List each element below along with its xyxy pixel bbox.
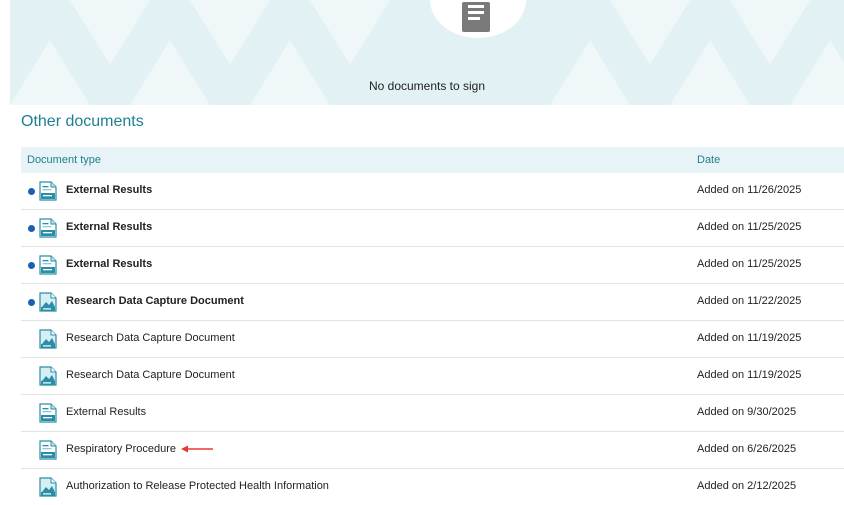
document-name: External Results: [66, 184, 153, 196]
document-name: External Results: [66, 258, 153, 270]
document-name-link[interactable]: External Results: [66, 406, 146, 418]
table-header: Document type Date: [21, 147, 844, 173]
table-row[interactable]: Research Data Capture Document Added on 1…: [21, 358, 844, 395]
document-date: Added on 11/22/2025: [697, 295, 802, 307]
data-capture-document-icon: [39, 329, 57, 349]
document-date: Added on 6/26/2025: [697, 443, 797, 455]
document-name-link[interactable]: External Results: [66, 221, 152, 233]
table-body: External Results Added on 11/26/2025 Exter…: [21, 173, 844, 505]
document-name-link[interactable]: Authorization to Release Protected Healt…: [66, 480, 329, 492]
document-name: External Results: [66, 221, 153, 233]
table-row[interactable]: Respiratory Procedure Added on 6/26/2025: [21, 432, 844, 469]
results-document-icon: [39, 440, 57, 460]
document-name-link[interactable]: Research Data Capture Document: [66, 332, 235, 344]
section-title: Other documents: [21, 113, 144, 130]
results-document-icon: [39, 181, 57, 201]
document-name: Research Data Capture Document: [66, 295, 244, 307]
unread-indicator-icon: [28, 262, 35, 269]
column-header-document-type[interactable]: Document type: [27, 154, 101, 166]
document-date: Added on 11/19/2025: [697, 332, 802, 344]
unread-indicator-icon: [28, 225, 35, 232]
table-row[interactable]: External Results Added on 9/30/2025: [21, 395, 844, 432]
document-date: Added on 2/12/2025: [697, 480, 797, 492]
document-name: Research Data Capture Document: [66, 332, 235, 344]
documents-table: Document type Date External Results Added…: [21, 147, 844, 505]
table-row[interactable]: Research Data Capture Document Added on 1…: [21, 284, 844, 321]
no-documents-message: No documents to sign: [368, 79, 486, 93]
data-capture-document-icon: [39, 292, 57, 312]
results-document-icon: [39, 255, 57, 275]
document-date: Added on 11/25/2025: [697, 221, 802, 233]
document-name-link[interactable]: External Results: [66, 258, 152, 270]
table-row[interactable]: External Results Added on 11/25/2025: [21, 247, 844, 284]
table-row[interactable]: Research Data Capture Document Added on 1…: [21, 321, 844, 358]
data-capture-document-icon: [39, 366, 57, 386]
results-document-icon: [39, 403, 57, 423]
annotation-arrow-icon: [181, 445, 214, 453]
document-name-link[interactable]: External Results: [66, 184, 152, 196]
document-name-link[interactable]: Research Data Capture Document: [66, 369, 235, 381]
document-name-link[interactable]: Respiratory Procedure: [66, 443, 214, 455]
document-name-link[interactable]: Research Data Capture Document: [66, 295, 244, 307]
document-date: Added on 11/19/2025: [697, 369, 802, 381]
document-date: Added on 9/30/2025: [697, 406, 797, 418]
column-header-date[interactable]: Date: [697, 154, 720, 166]
table-row[interactable]: External Results Added on 11/25/2025: [21, 210, 844, 247]
signing-banner: No documents to sign: [10, 0, 844, 105]
unread-indicator-icon: [28, 188, 35, 195]
table-row[interactable]: External Results Added on 11/26/2025: [21, 173, 844, 210]
results-document-icon: [39, 218, 57, 238]
unread-indicator-icon: [28, 299, 35, 306]
document-date: Added on 11/26/2025: [697, 184, 802, 196]
data-capture-document-icon: [39, 477, 57, 497]
document-date: Added on 11/25/2025: [697, 258, 802, 270]
document-name: Research Data Capture Document: [66, 369, 235, 381]
document-stack-icon: [462, 2, 490, 32]
table-row[interactable]: Authorization to Release Protected Healt…: [21, 469, 844, 505]
document-name: Authorization to Release Protected Healt…: [66, 480, 329, 492]
document-name: External Results: [66, 406, 147, 418]
document-name: Respiratory Procedure: [66, 443, 177, 455]
